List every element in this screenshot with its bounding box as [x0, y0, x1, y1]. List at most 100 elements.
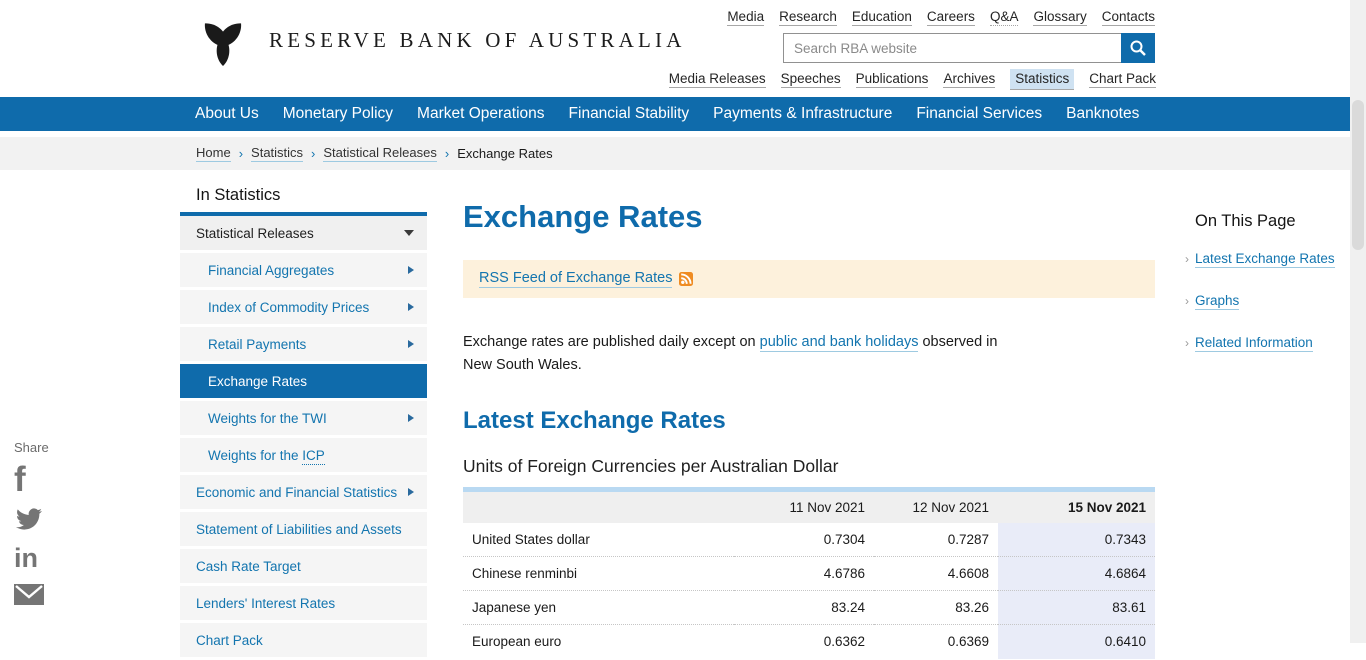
sidebar-item-label: Weights for the ICP	[208, 448, 325, 463]
on-this-page-link-related-information[interactable]: Related Information	[1195, 335, 1313, 352]
nav-item-market-operations[interactable]: Market Operations	[417, 105, 545, 123]
utility-link-contacts[interactable]: Contacts	[1102, 9, 1155, 26]
table-header-row: 11 Nov 2021 12 Nov 2021 15 Nov 2021	[463, 490, 1155, 523]
rate-cell: 4.6608	[874, 557, 998, 591]
secondary-link-speeches[interactable]: Speeches	[781, 71, 841, 88]
sidebar-item-label: Financial Aggregates	[208, 263, 334, 278]
nav-item-financial-services[interactable]: Financial Services	[916, 105, 1042, 123]
sidebar-item-statement-of-liabilities-and-assets[interactable]: Statement of Liabilities and Assets	[180, 512, 427, 546]
currency-cell: Japanese yen	[463, 591, 734, 625]
currency-cell: European euro	[463, 625, 734, 659]
twitter-icon	[14, 506, 44, 532]
secondary-link-media-releases[interactable]: Media Releases	[669, 71, 766, 88]
share-facebook-button[interactable]: f	[14, 463, 60, 497]
utility-link-education[interactable]: Education	[852, 9, 912, 26]
sidebar-item-exchange-rates[interactable]: Exchange Rates	[180, 364, 427, 398]
list-item: › Related Information	[1185, 335, 1351, 352]
secondary-link-chart-pack[interactable]: Chart Pack	[1089, 71, 1156, 88]
sidebar-item-label: Index of Commodity Prices	[208, 300, 369, 315]
sidebar-item-label: Statement of Liabilities and Assets	[196, 522, 402, 537]
sidebar-item-weights-for-the-twi[interactable]: Weights for the TWI	[180, 401, 427, 435]
secondary-nav: Media Releases Speeches Publications Arc…	[669, 69, 1156, 90]
rate-cell: 0.6369	[874, 625, 998, 659]
table-row: Chinese renminbi 4.6786 4.6608 4.6864	[463, 557, 1155, 591]
icp-abbr: ICP	[302, 448, 325, 465]
nav-item-monetary-policy[interactable]: Monetary Policy	[283, 105, 393, 123]
nav-item-about-us[interactable]: About Us	[195, 105, 259, 123]
primary-nav: About Us Monetary Policy Market Operatio…	[0, 97, 1350, 131]
rate-cell: 83.24	[734, 591, 874, 625]
nav-item-banknotes[interactable]: Banknotes	[1066, 105, 1139, 123]
exchange-rates-table: 11 Nov 2021 12 Nov 2021 15 Nov 2021 Unit…	[463, 487, 1155, 659]
public-and-bank-holidays-link[interactable]: public and bank holidays	[760, 334, 919, 352]
nav-item-financial-stability[interactable]: Financial Stability	[569, 105, 690, 123]
utility-link-media[interactable]: Media	[727, 9, 764, 26]
chevron-right-icon: ›	[1185, 252, 1189, 266]
secondary-link-archives[interactable]: Archives	[943, 71, 995, 88]
secondary-link-publications[interactable]: Publications	[856, 71, 929, 88]
list-item: › Graphs	[1185, 293, 1351, 310]
chevron-down-icon	[404, 230, 414, 236]
scrollbar-track[interactable]	[1350, 0, 1366, 643]
section-title-latest-exchange-rates: Latest Exchange Rates	[463, 407, 1155, 435]
search-icon	[1129, 39, 1147, 57]
sidebar-item-cash-rate-target[interactable]: Cash Rate Target	[180, 549, 427, 583]
breadcrumb-home[interactable]: Home	[196, 145, 231, 162]
rate-cell-latest: 83.61	[998, 591, 1155, 625]
sidebar-item-economic-and-financial-statistics[interactable]: Economic and Financial Statistics	[180, 475, 427, 509]
rate-cell-latest: 0.7343	[998, 523, 1155, 557]
table-row: European euro 0.6362 0.6369 0.6410	[463, 625, 1155, 659]
utility-link-research[interactable]: Research	[779, 9, 837, 26]
main-content: Exchange Rates RSS Feed of Exchange Rate…	[463, 199, 1155, 659]
share-rail: Share f in	[14, 440, 60, 610]
on-this-page-link-graphs[interactable]: Graphs	[1195, 293, 1239, 310]
secondary-link-statistics[interactable]: Statistics	[1010, 69, 1074, 90]
sidebar-item-label: Exchange Rates	[208, 374, 307, 389]
breadcrumb-separator: ›	[239, 146, 243, 161]
breadcrumb-statistical-releases[interactable]: Statistical Releases	[323, 145, 436, 162]
nav-item-payments-infrastructure[interactable]: Payments & Infrastructure	[713, 105, 892, 123]
sidebar-item-chart-pack[interactable]: Chart Pack	[180, 623, 427, 657]
currency-cell: Chinese renminbi	[463, 557, 734, 591]
sidebar-item-index-of-commodity-prices[interactable]: Index of Commodity Prices	[180, 290, 427, 324]
sidebar-item-lenders-interest-rates[interactable]: Lenders' Interest Rates	[180, 586, 427, 620]
email-icon	[14, 584, 44, 605]
rss-feed-box: RSS Feed of Exchange Rates	[463, 260, 1155, 298]
on-this-page-link-latest-exchange-rates[interactable]: Latest Exchange Rates	[1195, 251, 1335, 268]
sidebar-item-label: Lenders' Interest Rates	[196, 596, 335, 611]
currency-column-header	[463, 490, 734, 523]
on-this-page-heading: On This Page	[1195, 212, 1351, 231]
utility-link-careers[interactable]: Careers	[927, 9, 975, 26]
search-input[interactable]	[783, 33, 1121, 63]
rss-feed-link[interactable]: RSS Feed of Exchange Rates	[479, 270, 693, 288]
rate-cell: 0.7287	[874, 523, 998, 557]
breadcrumb-current: Exchange Rates	[457, 146, 552, 161]
chevron-right-icon	[408, 414, 414, 422]
utility-link-glossary[interactable]: Glossary	[1033, 9, 1086, 26]
rba-logo[interactable]: RESERVE BANK OF AUSTRALIA	[196, 14, 686, 66]
breadcrumb-statistics[interactable]: Statistics	[251, 145, 303, 162]
table-row: Japanese yen 83.24 83.26 83.61	[463, 591, 1155, 625]
utility-link-qa[interactable]: Q&A	[990, 9, 1019, 26]
sidebar-item-label: Economic and Financial Statistics	[196, 485, 397, 500]
share-linkedin-button[interactable]: in	[14, 544, 60, 572]
chevron-right-icon: ›	[1185, 294, 1189, 308]
sidebar-item-financial-aggregates[interactable]: Financial Aggregates	[180, 253, 427, 287]
scrollbar-thumb[interactable]	[1352, 100, 1364, 250]
rss-icon	[679, 272, 693, 286]
date-column-header-latest: 15 Nov 2021	[998, 490, 1155, 523]
rate-cell-latest: 4.6864	[998, 557, 1155, 591]
rss-feed-link-label: RSS Feed of Exchange Rates	[479, 270, 672, 288]
page-title: Exchange Rates	[463, 199, 1155, 235]
sidebar-item-weights-for-the-icp[interactable]: Weights for the ICP	[180, 438, 427, 472]
sidebar-item-retail-payments[interactable]: Retail Payments	[180, 327, 427, 361]
sidebar-item-statistical-releases[interactable]: Statistical Releases	[180, 216, 427, 250]
sidebar-item-label: Retail Payments	[208, 337, 306, 352]
breadcrumb-separator: ›	[311, 146, 315, 161]
sidebar-item-label: Weights for the TWI	[208, 411, 327, 426]
share-twitter-button[interactable]	[14, 506, 60, 537]
sidebar-nav: Statistical Releases Financial Aggregate…	[180, 212, 427, 657]
share-email-button[interactable]	[14, 584, 60, 610]
rate-cell: 0.6362	[734, 625, 874, 659]
search-button[interactable]	[1121, 33, 1155, 63]
